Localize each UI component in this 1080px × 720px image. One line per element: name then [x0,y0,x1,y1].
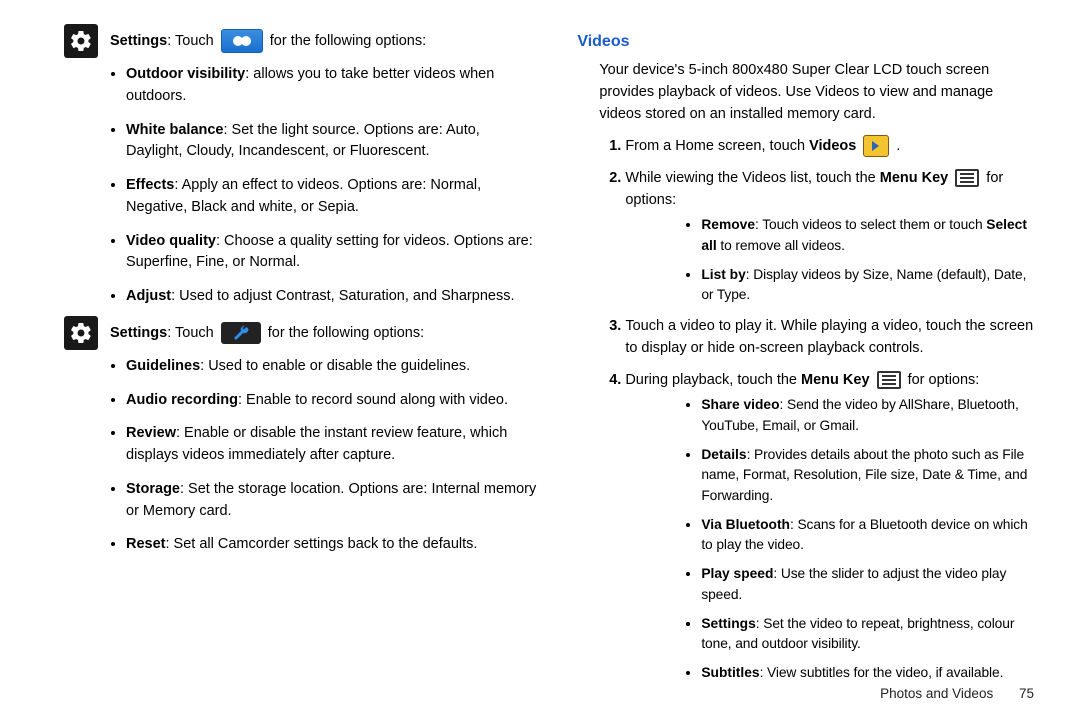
list-item: Settings: Set the video to repeat, brigh… [701,614,1034,655]
list-item: Reset: Set all Camcorder settings back t… [126,534,539,556]
step-4: During playback, touch the Menu Key for … [625,370,1034,684]
settings-label: Settings [110,33,167,49]
menu-key-icon [955,169,979,187]
list-item: Storage: Set the storage location. Optio… [126,479,539,523]
footer-section: Photos and Videos [880,686,993,701]
text: From a Home screen, touch [625,138,809,154]
left-column: Settings: Touch for the following option… [64,26,539,694]
text: for the following options: [268,325,424,341]
right-column: Videos Your device's 5-inch 800x480 Supe… [577,26,1034,694]
text: While viewing the Videos list, touch the [625,170,879,186]
list-item: Outdoor visibility: allows you to take b… [126,64,539,108]
list-item: Review: Enable or disable the instant re… [126,423,539,467]
settings-group-1: Settings: Touch for the following option… [64,28,539,58]
list-item: List by: Display videos by Size, Name (d… [701,265,1034,306]
menukey-label: Menu Key [880,170,949,186]
intro-text: Your device's 5-inch 800x480 Super Clear… [599,60,1034,125]
list-item: Audio recording: Enable to record sound … [126,390,539,412]
settings1-list: Outdoor visibility: allows you to take b… [64,64,539,308]
text: : Touch [167,33,214,49]
step4-options: Share video: Send the video by AllShare,… [625,395,1034,683]
list-item: Via Bluetooth: Scans for a Bluetooth dev… [701,515,1034,556]
step2-options: Remove: Touch videos to select them or t… [625,215,1034,306]
text: for the following options: [270,33,426,49]
videos-icon [863,135,889,157]
manual-page: Settings: Touch for the following option… [0,0,1080,704]
text: : Touch [167,325,214,341]
settings2-list: Guidelines: Used to enable or disable th… [64,356,539,556]
text: During playback, touch the [625,372,801,388]
list-item: White balance: Set the light source. Opt… [126,120,539,164]
step-1: From a Home screen, touch Videos . [625,135,1034,158]
list-item: Guidelines: Used to enable or disable th… [126,356,539,378]
list-item: Share video: Send the video by AllShare,… [701,395,1034,436]
text: for options: [904,372,980,388]
list-item: Details: Provides details about the phot… [701,445,1034,507]
videos-label: Videos [809,138,856,154]
menukey-label: Menu Key [801,372,870,388]
menu-key-icon [877,371,901,389]
settings2-line: Settings: Touch for the following option… [110,320,424,348]
camera-settings-icon [221,29,263,53]
page-number: 75 [1019,686,1034,701]
steps-list: From a Home screen, touch Videos . While… [577,135,1034,683]
wrench-icon [221,322,261,344]
gear-icon [64,316,98,350]
list-item: Subtitles: View subtitles for the video,… [701,663,1034,684]
list-item: Video quality: Choose a quality setting … [126,231,539,275]
section-heading: Videos [577,30,1034,54]
settings-group-2: Settings: Touch for the following option… [64,320,539,350]
settings1-line: Settings: Touch for the following option… [110,28,426,56]
list-item: Effects: Apply an effect to videos. Opti… [126,175,539,219]
list-item: Remove: Touch videos to select them or t… [701,215,1034,256]
page-footer: Photos and Videos 75 [880,684,1034,704]
step-2: While viewing the Videos list, touch the… [625,168,1034,306]
settings-label: Settings [110,325,167,341]
list-item: Adjust: Used to adjust Contrast, Saturat… [126,286,539,308]
step-3: Touch a video to play it. While playing … [625,316,1034,360]
gear-icon [64,24,98,58]
list-item: Play speed: Use the slider to adjust the… [701,564,1034,605]
